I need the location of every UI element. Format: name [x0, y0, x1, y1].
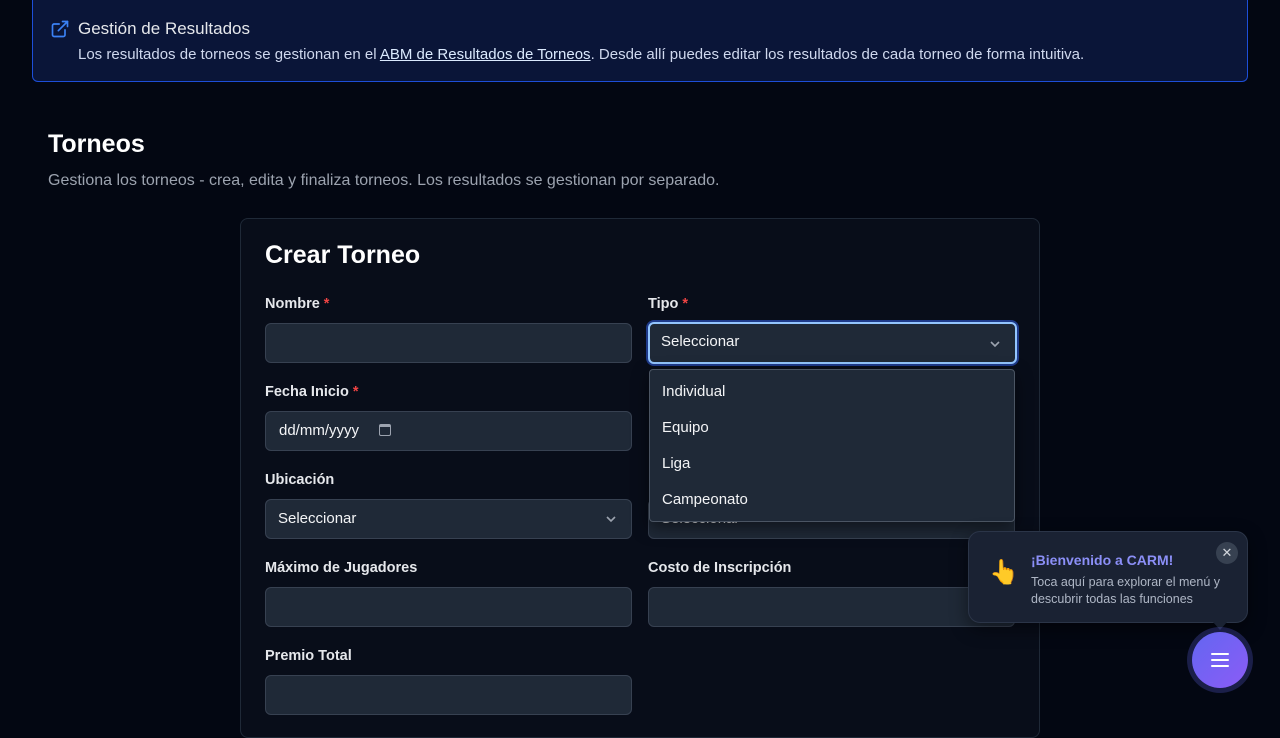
tipo-option-individual[interactable]: Individual — [650, 374, 1014, 410]
banner-text: Los resultados de torneos se gestionan e… — [78, 46, 1084, 63]
required-mark: * — [352, 384, 359, 400]
costo-label: Costo de Inscripción — [648, 560, 792, 576]
costo-input[interactable] — [648, 587, 1015, 627]
form-title: Crear Torneo — [265, 241, 421, 269]
tipo-select[interactable]: Seleccionar — [648, 322, 1017, 364]
chevron-down-icon — [990, 341, 1000, 348]
premio-label: Premio Total — [265, 648, 352, 664]
create-tournament-card: Crear Torneo Nombre * Tipo * Seleccionar F… — [240, 218, 1040, 738]
info-banner: Gestión de Resultados Los resultados de … — [32, 0, 1248, 82]
toast-body: Toca aquí para explorar el menú y descub… — [1031, 575, 1220, 606]
fecha-inicio-input[interactable]: dd/mm/yyyy — [265, 411, 632, 451]
pointing-hand-icon: 👆 — [989, 559, 1019, 586]
welcome-toast[interactable]: 👆 ¡Bienvenido a CARM! Toca aquí para exp… — [968, 531, 1248, 630]
toast-tail — [1213, 622, 1227, 630]
ubicacion-select-value: Seleccionar — [278, 510, 357, 527]
tipo-option-campeonato[interactable]: Campeonato — [650, 482, 1014, 518]
nombre-label: Nombre * — [265, 296, 330, 312]
required-mark: * — [682, 296, 688, 312]
tipo-option-liga[interactable]: Liga — [650, 446, 1014, 482]
chevron-down-icon — [606, 516, 616, 523]
premio-input[interactable] — [265, 675, 632, 715]
abm-results-link[interactable]: ABM de Resultados de Torneos — [380, 46, 591, 63]
banner-text-before: Los resultados de torneos se gestionan e… — [78, 46, 380, 63]
close-icon[interactable]: ✕ — [1216, 542, 1238, 564]
page-title: Torneos — [48, 130, 145, 158]
calendar-icon[interactable] — [379, 424, 392, 436]
page-subtitle: Gestiona los torneos - crea, edita y fin… — [48, 172, 720, 189]
tipo-dropdown: Individual Equipo Liga Campeonato — [649, 369, 1015, 522]
fecha-inicio-label: Fecha Inicio * — [265, 384, 359, 400]
tipo-label: Tipo * — [648, 296, 688, 312]
nombre-input[interactable] — [265, 323, 632, 363]
required-mark: * — [323, 296, 330, 312]
tipo-option-equipo[interactable]: Equipo — [650, 410, 1014, 446]
max-jugadores-label: Máximo de Jugadores — [265, 560, 418, 576]
menu-button[interactable] — [1192, 632, 1248, 688]
max-jugadores-input[interactable] — [265, 587, 632, 627]
toast-title: ¡Bienvenido a CARM! — [1031, 552, 1174, 568]
menu-icon — [1211, 653, 1229, 667]
tipo-select-value: Seleccionar — [661, 333, 740, 350]
external-link-icon — [51, 20, 69, 38]
banner-title: Gestión de Resultados — [78, 19, 250, 38]
banner-text-after: . Desde allí puedes editar los resultado… — [590, 46, 1085, 63]
fecha-inicio-value: dd/mm/yyyy — [279, 422, 360, 439]
ubicacion-select[interactable]: Seleccionar — [265, 499, 632, 539]
ubicacion-label: Ubicación — [265, 472, 335, 488]
